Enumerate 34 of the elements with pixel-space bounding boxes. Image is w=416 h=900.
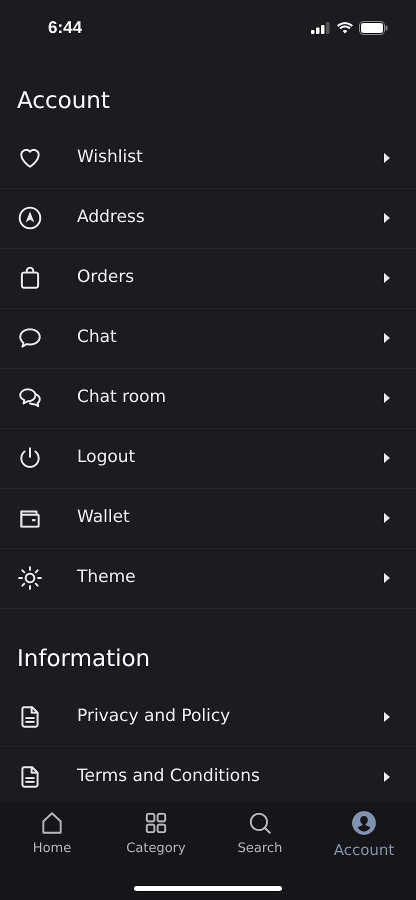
sun-icon <box>17 565 43 591</box>
menu-item[interactable]: Privacy and Policy <box>0 687 416 747</box>
menu-item[interactable]: Wallet <box>0 488 416 548</box>
tab-bar-item[interactable]: Category <box>106 810 206 858</box>
battery-icon <box>359 21 388 35</box>
menu-item[interactable]: Logout <box>0 428 416 488</box>
tab-bar-item[interactable]: Search <box>210 810 310 858</box>
tab-bar-item[interactable]: Home <box>2 810 102 858</box>
menu-item[interactable]: Chat <box>0 308 416 368</box>
menu-item[interactable]: Orders <box>0 248 416 308</box>
chevron-right-icon <box>384 573 390 583</box>
chevron-right-icon <box>384 153 390 163</box>
menu-item[interactable]: Chat room <box>0 368 416 428</box>
status-time: 6:44 <box>48 17 82 40</box>
chevron-right-icon <box>384 213 390 223</box>
section-heading: Information <box>16 644 152 674</box>
menu-item[interactable]: Wishlist <box>0 128 416 188</box>
menu-item[interactable]: Address <box>0 188 416 248</box>
chevron-right-icon <box>384 273 390 283</box>
signal-icon <box>311 22 331 34</box>
chevron-right-icon <box>384 393 390 403</box>
chevron-right-icon <box>384 712 390 722</box>
tab-bar-item[interactable]: Account <box>314 810 414 862</box>
grid-icon <box>143 810 169 836</box>
chevron-right-icon <box>384 453 390 463</box>
chevron-right-icon <box>384 333 390 343</box>
wifi-icon <box>337 22 353 34</box>
chevron-right-icon <box>384 772 390 782</box>
chevron-right-icon <box>384 513 390 523</box>
search-icon <box>247 810 273 836</box>
menu-item[interactable]: Theme <box>0 548 416 608</box>
section-heading: Account <box>16 87 111 116</box>
person-avatar-icon <box>351 810 377 836</box>
menu-item[interactable]: Terms and Conditions <box>0 747 416 802</box>
